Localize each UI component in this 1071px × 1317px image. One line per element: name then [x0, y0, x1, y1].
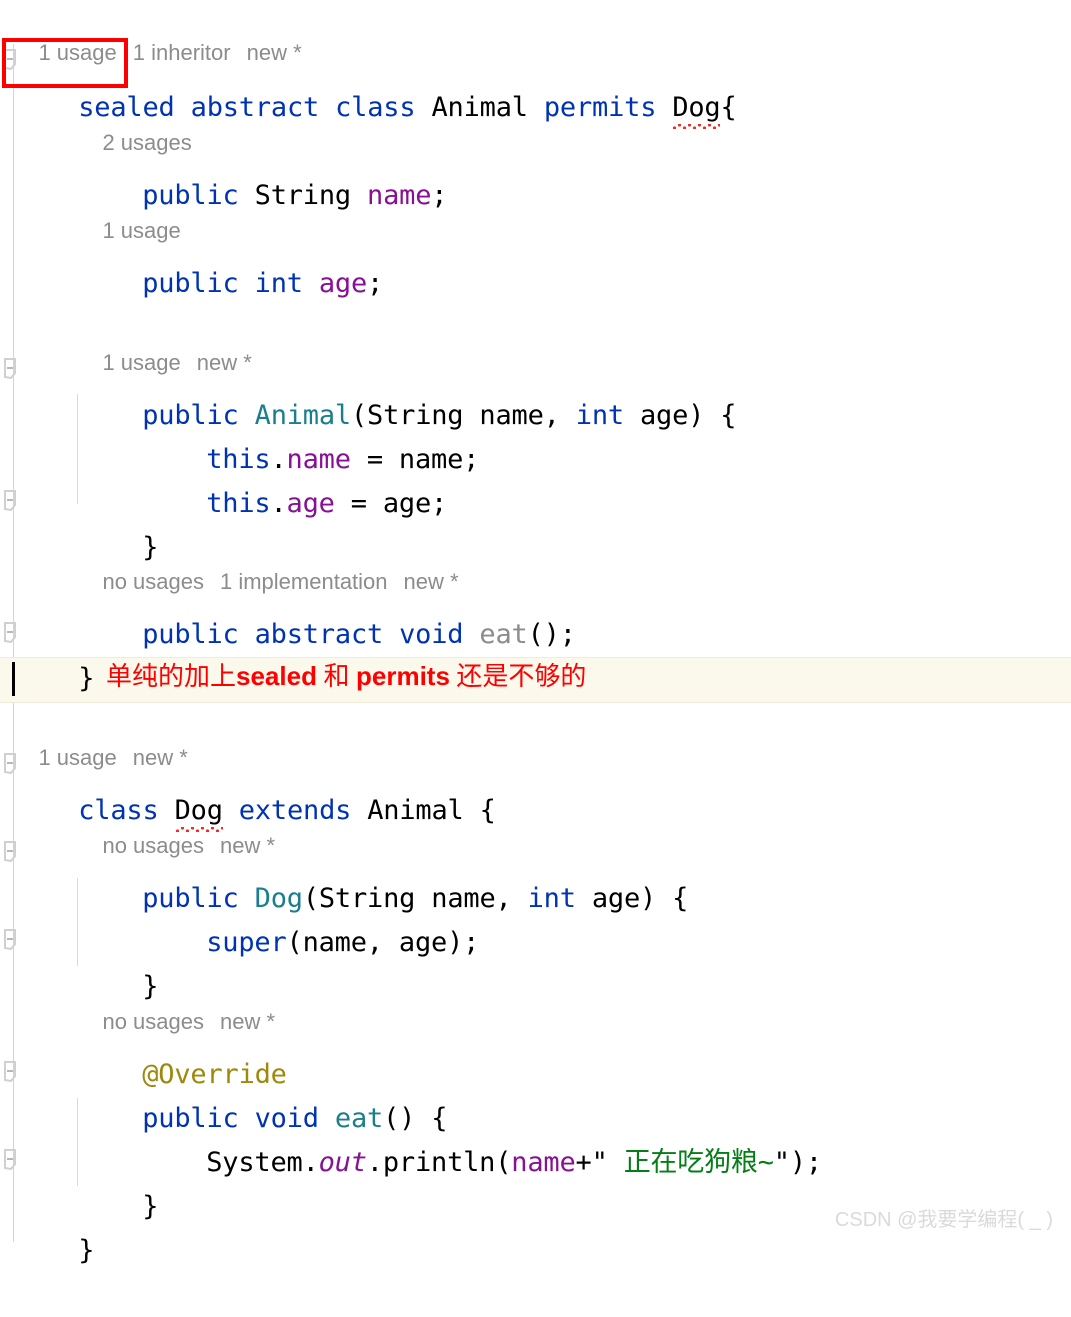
keyword-int: int [238, 268, 303, 299]
inlay-hint-dog-eat[interactable]: no usages new * [0, 971, 1071, 1034]
code-line-dog-eat-close[interactable]: } [0, 1141, 1071, 1222]
inlay-hint-dog-ctor[interactable]: no usages new * [0, 795, 1071, 858]
code-line-field-age[interactable]: public int age; [0, 218, 1071, 299]
note-part-2: 和 [316, 662, 356, 691]
inlay-hint-dog-class[interactable]: 1 usage new * [0, 707, 1071, 770]
code-line-dog-declaration[interactable]: class Dog extends Animal { [0, 745, 1071, 832]
inlay-hint-eat-abstract[interactable]: no usages 1 implementation new * [0, 531, 1071, 594]
code-line-animal-declaration[interactable]: sealed abstract class Animal permits Dog… [0, 42, 1071, 129]
note-bold-sealed: sealed [236, 661, 317, 691]
code-line-super-call[interactable]: super(name, age); [0, 877, 1071, 958]
inlay-hint-age-field[interactable]: 1 usage [0, 180, 1071, 243]
code-line-println[interactable]: System.out.println(name+" 正在吃狗粮~"); [0, 1097, 1071, 1178]
inlay-hint-animal-ctor[interactable]: 1 usage new * [0, 312, 1071, 375]
code-line-dog-ctor-close[interactable]: } [0, 921, 1071, 1002]
code-line-dog-constructor[interactable]: public Dog(String name, int age) { [0, 833, 1071, 914]
code-line-abstract-eat[interactable]: public abstract void eat(); [0, 569, 1071, 650]
code-line-assign-age[interactable]: this.age = age; [0, 438, 1071, 519]
note-part-1: 单纯的加上 [106, 662, 237, 691]
brace-close: } [78, 1235, 95, 1266]
code-line-ctor-close[interactable]: } [0, 482, 1071, 563]
csdn-watermark: CSDN @我要学编程( _ ) [834, 1209, 1053, 1231]
field-age[interactable]: age [319, 268, 367, 299]
inlay-hint-name-field[interactable]: 2 usages [0, 92, 1071, 155]
code-line-dog-eat-method[interactable]: public void eat() { [0, 1053, 1071, 1134]
inlay-hint-animal-class[interactable]: 1 usage 1 inheritor new * [0, 2, 1071, 65]
code-line-override-annotation[interactable]: @Override [0, 1009, 1071, 1090]
note-bold-permits: permits [355, 661, 450, 691]
note-part-3: 还是不够的 [449, 662, 587, 691]
code-line-assign-name[interactable]: this.name = name; [0, 394, 1071, 475]
keyword-public: public [142, 268, 239, 299]
code-line-field-name[interactable]: public String name; [0, 130, 1071, 211]
semicolon: ; [367, 268, 384, 299]
code-line-animal-constructor[interactable]: public Animal(String name, int age) { [0, 350, 1071, 431]
code-editor[interactable]: 1 usage 1 inheritor new * sealed abstract … [0, 0, 1071, 1266]
